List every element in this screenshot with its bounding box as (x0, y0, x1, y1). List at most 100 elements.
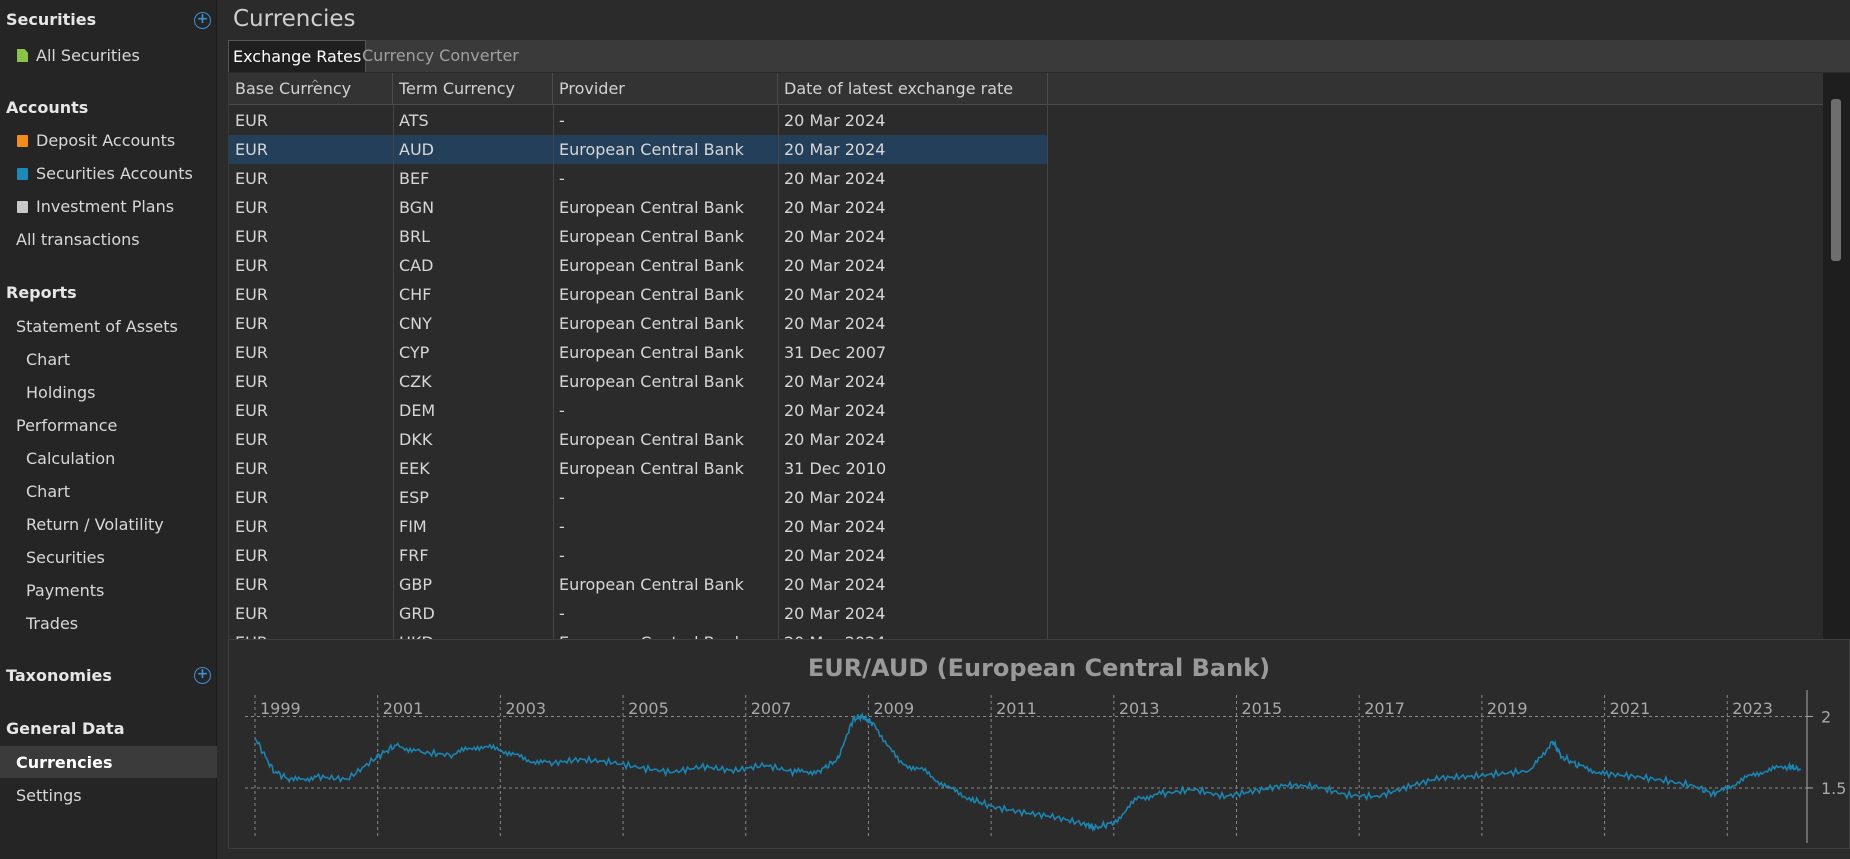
sidebar-section-general-data: General Data (6, 719, 125, 738)
tab-currency-converter[interactable]: Currency Converter (358, 40, 523, 72)
table-header: Base Currency ^ Term Currency Provider D… (229, 73, 1823, 105)
cell-provider: European Central Bank (553, 628, 778, 639)
table-row[interactable]: EUR DKK European Central Bank 20 Mar 2024 (229, 425, 1048, 454)
table-row[interactable]: EUR BRL European Central Bank 20 Mar 2024 (229, 222, 1048, 251)
cell-base-currency: EUR (235, 285, 268, 304)
table-row[interactable]: EUR DEM - 20 Mar 2024 (229, 396, 1048, 425)
table-row[interactable]: EUR FRF - 20 Mar 2024 (229, 541, 1048, 570)
table-row[interactable]: EUR FIM - 20 Mar 2024 (229, 512, 1048, 541)
table-row[interactable]: EUR CAD European Central Bank 20 Mar 2024 (229, 251, 1048, 280)
cell-date: 20 Mar 2024 (784, 198, 886, 217)
sidebar-item-label: Investment Plans (36, 197, 175, 216)
cell-provider: - (559, 488, 565, 507)
table-row[interactable]: EURHKDEuropean Central Bank20 Mar 2024 (229, 628, 1048, 639)
table-row[interactable]: EUR CNY European Central Bank 20 Mar 2024 (229, 309, 1048, 338)
table-row[interactable]: EUR CYP European Central Bank 31 Dec 2007 (229, 338, 1048, 367)
x-tick-label: 2017 (1364, 699, 1405, 718)
add-taxonomy-icon[interactable]: + (194, 667, 211, 684)
sidebar-item-calculation[interactable]: Calculation (26, 442, 115, 475)
add-security-icon[interactable]: + (194, 12, 211, 29)
cell-term-currency: FIM (399, 517, 427, 536)
sidebar-item-all-transactions[interactable]: All transactions (16, 223, 140, 256)
table-row[interactable]: EUR CZK European Central Bank 20 Mar 2024 (229, 367, 1048, 396)
cell-date: 20 Mar 2024 (784, 575, 886, 594)
table-row[interactable]: EUR AUD European Central Bank 20 Mar 2024 (229, 135, 1048, 164)
cell-base-currency: EUR (235, 227, 268, 246)
cell-date: 20 Mar 2024 (784, 517, 886, 536)
sidebar-item-deposit-accounts[interactable]: Deposit Accounts (17, 124, 175, 157)
sidebar-item-settings[interactable]: Settings (16, 779, 82, 812)
cell-term-currency: EEK (399, 459, 430, 478)
table-row[interactable]: EUR BGN European Central Bank 20 Mar 2024 (229, 193, 1048, 222)
cell-date: 20 Mar 2024 (784, 401, 886, 420)
sidebar-item-currencies[interactable]: Currencies (16, 746, 113, 779)
column-label: Base Currency (235, 79, 352, 98)
sidebar-section-reports: Reports (6, 283, 77, 302)
scrollbar-thumb[interactable] (1831, 99, 1841, 261)
investment-plan-icon (17, 201, 28, 213)
sidebar-item-investment-plans[interactable]: Investment Plans (17, 190, 174, 223)
cell-date: 31 Dec 2010 (784, 459, 887, 478)
series-line-0 (254, 711, 1802, 833)
column-divider (553, 105, 554, 639)
x-tick-label: 2003 (505, 699, 546, 718)
x-tick-label: 1999 (260, 699, 301, 718)
cell-date: 20 Mar 2024 (784, 372, 886, 391)
cell-provider: European Central Bank (559, 314, 744, 333)
table-row[interactable]: EUR EEK European Central Bank 31 Dec 2010 (229, 454, 1048, 483)
sidebar-section-taxonomies: Taxonomies (6, 666, 112, 685)
table-row[interactable]: EUR ESP - 20 Mar 2024 (229, 483, 1048, 512)
cell-provider: European Central Bank (559, 575, 744, 594)
sidebar: Securities + All Securities Accounts Dep… (0, 0, 217, 859)
securities-account-icon (17, 168, 28, 180)
table-row[interactable]: EUR BEF - 20 Mar 2024 (229, 164, 1048, 193)
tab-bar: Exchange Rates Currency Converter (228, 40, 1850, 72)
column-header-provider[interactable]: Provider (553, 73, 778, 105)
sidebar-item-holdings[interactable]: Holdings (26, 376, 96, 409)
sidebar-item-return-volatility[interactable]: Return / Volatility (26, 508, 164, 541)
cell-term-currency: CNY (399, 314, 432, 333)
sidebar-item-performance-securities[interactable]: Securities (26, 541, 105, 574)
sidebar-item-statement-of-assets[interactable]: Statement of Assets (16, 310, 178, 343)
sidebar-item-payments[interactable]: Payments (26, 574, 104, 607)
cell-term-currency: HKD (393, 628, 553, 639)
table-row[interactable]: EUR ATS - 20 Mar 2024 (229, 106, 1048, 135)
x-tick-label: 2005 (628, 699, 669, 718)
file-icon (17, 49, 28, 62)
column-header-term-currency[interactable]: Term Currency (393, 73, 553, 105)
cell-base-currency: EUR (235, 575, 268, 594)
cell-base-currency: EUR (235, 546, 268, 565)
cell-provider: European Central Bank (559, 198, 744, 217)
sidebar-item-securities-accounts[interactable]: Securities Accounts (17, 157, 193, 190)
cell-base-currency: EUR (235, 430, 268, 449)
cell-base-currency: EUR (235, 488, 268, 507)
cell-term-currency: DEM (399, 401, 436, 420)
exchange-rates-table: Base Currency ^ Term Currency Provider D… (228, 73, 1823, 639)
deposit-account-icon (17, 135, 28, 147)
cell-base-currency: EUR (229, 628, 393, 639)
cell-provider: European Central Bank (559, 140, 744, 159)
sidebar-item-trades[interactable]: Trades (26, 607, 78, 640)
exchange-rate-chart: EUR/AUD (European Central Bank) 1999 2001 2… (245, 654, 1846, 843)
cell-date: 20 Mar 2024 (784, 140, 886, 159)
table-row[interactable]: EUR GBP European Central Bank 20 Mar 2024 (229, 570, 1048, 599)
tab-exchange-rates[interactable]: Exchange Rates (228, 40, 367, 72)
cell-provider: European Central Bank (559, 372, 744, 391)
x-tick-label: 2009 (873, 699, 914, 718)
table-row[interactable]: EUR GRD - 20 Mar 2024 (229, 599, 1048, 628)
cell-provider: - (559, 604, 565, 623)
table-vertical-scrollbar[interactable] (1823, 73, 1850, 639)
column-header-date[interactable]: Date of latest exchange rate (778, 73, 1048, 105)
sidebar-item-assets-chart[interactable]: Chart (26, 343, 70, 376)
cell-date: 31 Dec 2007 (784, 343, 887, 362)
cell-term-currency: BEF (399, 169, 430, 188)
sidebar-item-all-securities[interactable]: All Securities (17, 39, 140, 72)
column-header-base-currency[interactable]: Base Currency ^ (229, 73, 393, 105)
table-row[interactable]: EUR CHF European Central Bank 20 Mar 2024 (229, 280, 1048, 309)
sidebar-item-performance[interactable]: Performance (16, 409, 117, 442)
cell-provider: European Central Bank (559, 459, 744, 478)
cell-provider: - (559, 517, 565, 536)
cell-base-currency: EUR (235, 459, 268, 478)
sidebar-item-performance-chart[interactable]: Chart (26, 475, 70, 508)
cell-date: 20 Mar 2024 (784, 256, 886, 275)
